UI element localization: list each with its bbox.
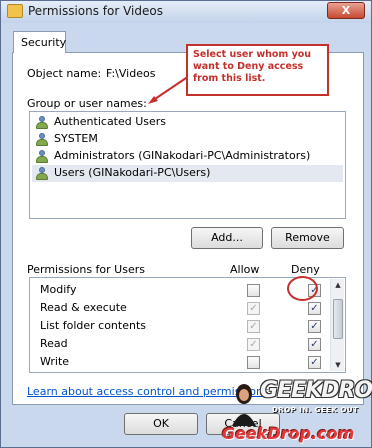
permission-row-read: Read ✓ ✓ [40, 336, 330, 354]
window-title: Permissions for Videos [28, 4, 163, 18]
allow-checkbox[interactable]: ✓ [247, 302, 260, 315]
permission-row-write: Write ✓ [40, 354, 330, 372]
scroll-down-arrow-icon[interactable]: ▼ [331, 359, 345, 371]
object-name-label: Object name: [27, 67, 102, 80]
users-group-icon [35, 133, 50, 146]
allow-column-header: Allow [230, 263, 260, 276]
geekdrop-watermark: GEEKDROP DROP IN. GEEK OUT GeekDrop.com [222, 376, 372, 448]
user-label: Authenticated Users [54, 115, 167, 128]
deny-column-header: Deny [291, 263, 320, 276]
user-label: Administrators (GINakodari-PC\Administra… [54, 149, 311, 162]
user-row-administrators[interactable]: Administrators (GINakodari-PC\Administra… [32, 148, 343, 165]
tab-security[interactable]: Security [13, 31, 66, 53]
watermark-logo: GEEKDROP [260, 378, 372, 403]
title-bar[interactable]: Permissions for Videos X [1, 1, 371, 23]
deny-checkbox[interactable]: ✓ [308, 356, 321, 369]
allow-checkbox[interactable] [247, 356, 260, 369]
permissions-scrollbar[interactable]: ▲ ▼ [330, 279, 344, 371]
allow-checkbox[interactable] [247, 284, 260, 297]
scroll-thumb[interactable] [333, 299, 343, 339]
users-group-icon [35, 150, 50, 163]
permission-label: Modify [40, 283, 77, 296]
user-list[interactable]: Authenticated Users SYSTEM Administrator… [29, 111, 346, 219]
instruction-callout: Select user whom you want to Deny access… [186, 44, 329, 96]
user-row-authenticated-users[interactable]: Authenticated Users [32, 114, 343, 131]
object-name-value: F:\Videos [106, 67, 156, 80]
user-row-system[interactable]: SYSTEM [32, 131, 343, 148]
folder-icon [7, 4, 23, 18]
permission-label: List folder contents [40, 319, 146, 332]
scroll-up-arrow-icon[interactable]: ▲ [331, 279, 345, 291]
deny-checkbox[interactable]: ✓ [308, 302, 321, 315]
group-names-label: Group or user names: [27, 97, 147, 110]
permission-label: Write [40, 355, 70, 368]
mascot-figure-icon [232, 384, 256, 426]
user-row-users[interactable]: Users (GINakodari-PC\Users) [32, 165, 343, 182]
permission-label: Read [40, 337, 68, 350]
close-button[interactable]: X [327, 2, 365, 19]
permission-label: Read & execute [40, 301, 127, 314]
deny-checkbox[interactable]: ✓ [308, 338, 321, 351]
ok-button[interactable]: OK [124, 413, 198, 435]
users-group-icon [35, 116, 50, 129]
users-group-icon [35, 167, 50, 180]
allow-checkbox[interactable]: ✓ [247, 320, 260, 333]
add-button[interactable]: Add... [191, 227, 263, 249]
deny-checkbox[interactable]: ✓ [308, 320, 321, 333]
watermark-url: GeekDrop.com [222, 424, 355, 443]
user-label: Users (GINakodari-PC\Users) [54, 166, 211, 179]
deny-modify-highlight [287, 276, 318, 301]
watermark-tagline: DROP IN. GEEK OUT [272, 406, 359, 414]
allow-checkbox[interactable]: ✓ [247, 338, 260, 351]
permissions-label: Permissions for Users [27, 263, 145, 276]
permission-row-list-folder-contents: List folder contents ✓ ✓ [40, 318, 330, 336]
remove-button[interactable]: Remove [271, 227, 344, 249]
permission-row-read-execute: Read & execute ✓ ✓ [40, 300, 330, 318]
user-label: SYSTEM [54, 132, 98, 145]
